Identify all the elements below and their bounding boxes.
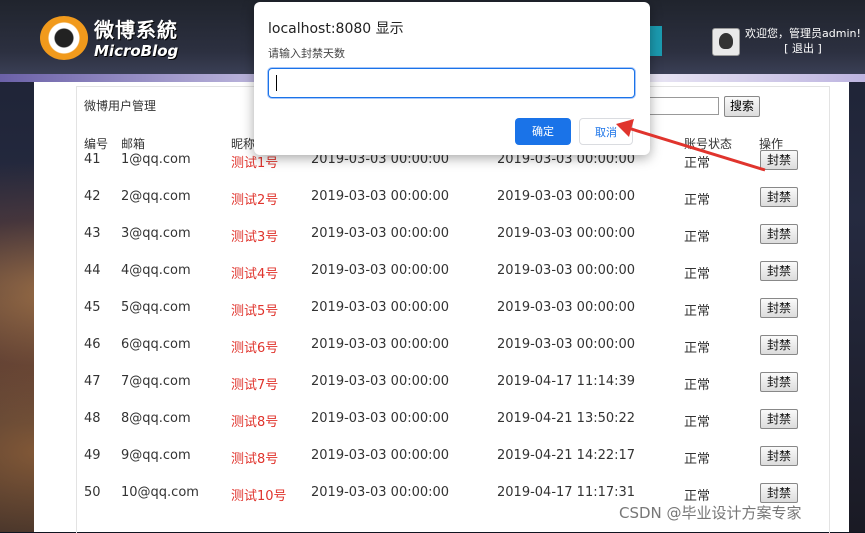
annotation-arrow-icon <box>616 119 766 172</box>
watermark: CSDN @毕业设计方案专家 <box>619 504 802 522</box>
